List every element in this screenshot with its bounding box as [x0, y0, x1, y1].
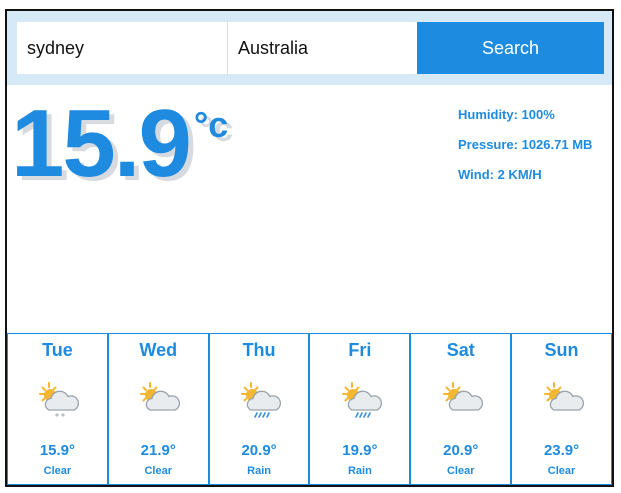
- day-description: Clear: [547, 465, 576, 477]
- pressure-stat: Pressure: 1026.71 MB: [458, 137, 593, 152]
- rain-cloud-sun-icon: [241, 382, 282, 418]
- day-name: Fri: [348, 340, 372, 360]
- partly-cloudy-icon: [442, 382, 483, 411]
- country-input[interactable]: [228, 22, 417, 74]
- snow-cloud-sun-icon: [39, 382, 80, 417]
- weather-app: Search 15.9°c Humidity: 100% Pressure: 1…: [5, 9, 614, 487]
- search-button[interactable]: Search: [417, 22, 604, 74]
- day-description: Clear: [446, 465, 475, 477]
- day-description: Rain: [247, 465, 271, 477]
- day-temperature: 23.9°: [543, 442, 580, 459]
- temperature-unit: °c: [193, 104, 229, 145]
- day-temperature: 20.9°: [443, 442, 479, 459]
- city-input[interactable]: [17, 22, 228, 74]
- day-description: Clear: [144, 465, 172, 477]
- forecast-day-card: Sun 23.9° Clear: [511, 333, 612, 485]
- day-description: Rain: [347, 465, 372, 477]
- day-temperature: 15.9°: [39, 442, 76, 459]
- current-temperature: 15.9 °c: [11, 89, 228, 199]
- day-temperature: 21.9°: [140, 442, 176, 459]
- temperature-value: 15.9: [11, 90, 192, 197]
- day-name: Sun: [544, 340, 579, 360]
- day-name: Thu: [242, 340, 276, 360]
- day-description: Clear: [43, 465, 72, 477]
- forecast-day-card: Thu 20.9° Rain: [208, 333, 310, 485]
- rain-cloud-sun-icon: [341, 382, 382, 418]
- day-name: Wed: [139, 340, 178, 360]
- day-name: Tue: [42, 340, 73, 360]
- day-name: Sat: [446, 340, 475, 360]
- forecast-row: Tue 15.9° Clear Wed 21.9° Clear Thu 20.9…: [7, 333, 612, 485]
- wind-stat: Wind: 2 KM/H: [458, 167, 542, 182]
- humidity-stat: Humidity: 100%: [458, 107, 555, 122]
- weather-stats: Humidity: 100% Pressure: 1026.71 MB Wind…: [458, 107, 592, 197]
- forecast-day-card: Wed 21.9° Clear: [107, 333, 209, 485]
- partly-cloudy-icon: [140, 382, 181, 411]
- forecast-day-card: Fri 19.9° Rain: [309, 333, 411, 485]
- search-bar: Search: [7, 11, 612, 85]
- day-temperature: 20.9°: [241, 442, 277, 459]
- forecast-day-card: Tue 15.9° Clear: [7, 333, 108, 485]
- forecast-day-card: Sat 20.9° Clear: [410, 333, 512, 485]
- day-temperature: 19.9°: [342, 442, 378, 459]
- partly-cloudy-icon: [543, 382, 584, 411]
